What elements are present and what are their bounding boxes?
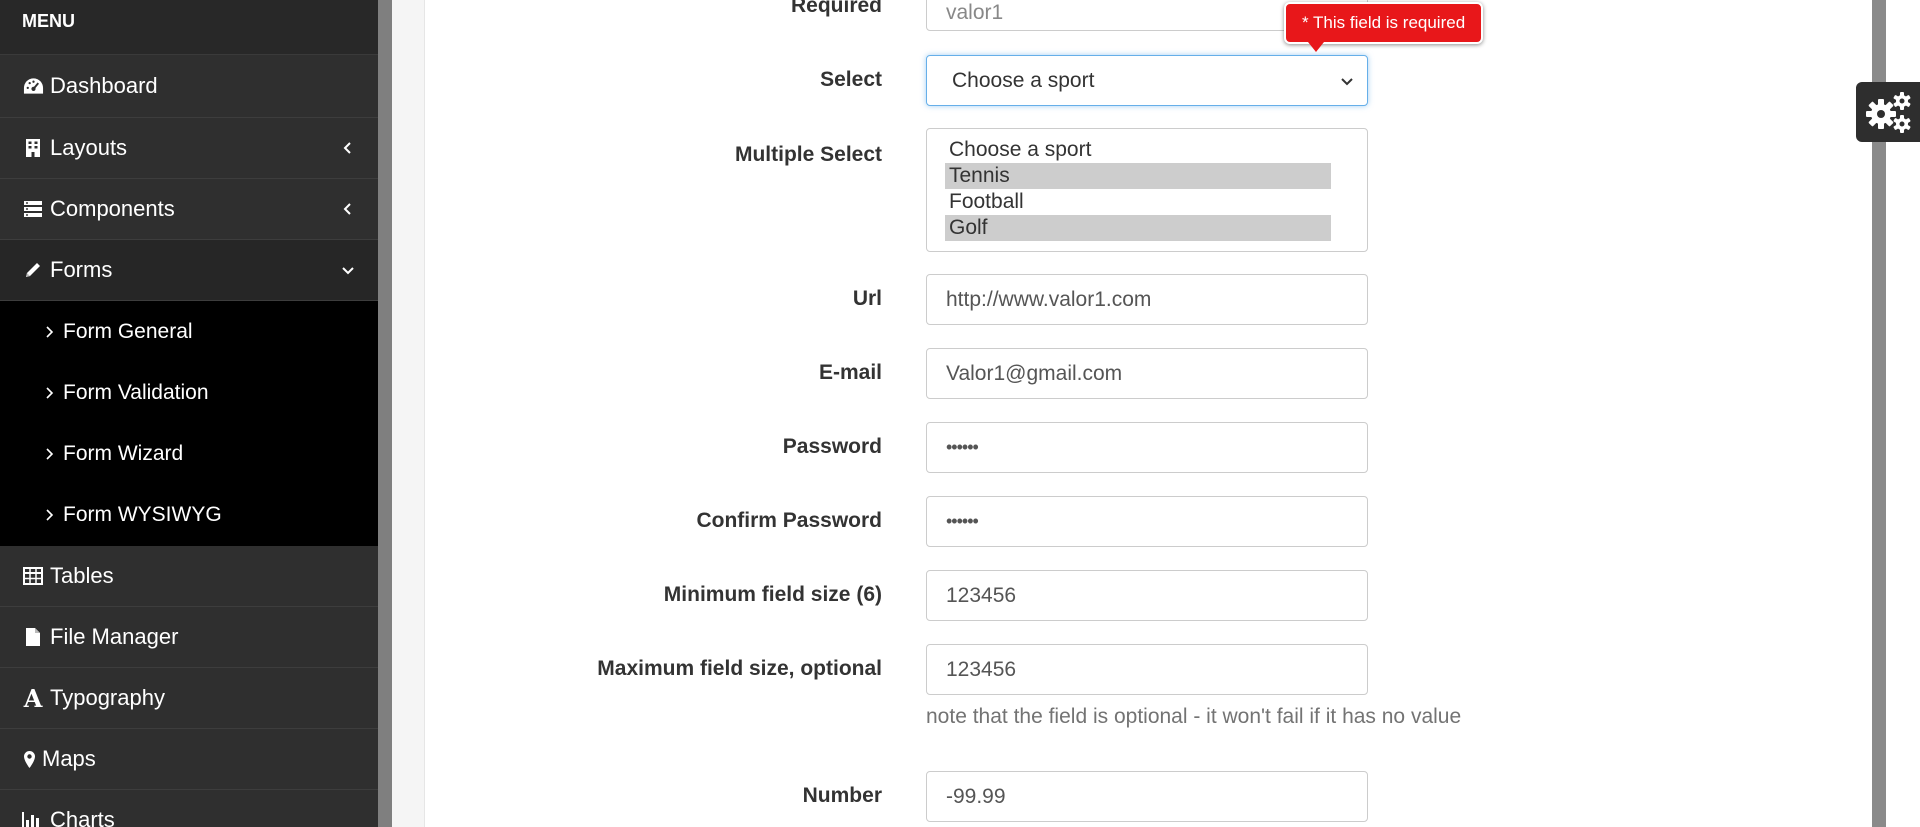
submenu-item-form-general[interactable]: Form General [0, 301, 378, 362]
nav-item-typography[interactable]: A Typography [0, 668, 378, 729]
multi-option[interactable]: Choose a sport [945, 137, 1331, 163]
multi-option-selected[interactable]: Tennis [945, 163, 1331, 189]
table-icon [22, 565, 44, 587]
label-min-size: Minimum field size (6) [663, 583, 882, 606]
building-icon [22, 137, 44, 159]
menu-title: MENU [0, 0, 378, 55]
nav-label-layouts: Layouts [50, 135, 128, 160]
password-input-value: •••••• [946, 437, 979, 457]
chevron-left-icon [343, 142, 351, 154]
max-size-input[interactable]: 123456 [926, 644, 1368, 695]
validation-tooltip: * This field is required [1284, 2, 1484, 52]
validation-tooltip-text: * This field is required [1302, 13, 1466, 32]
nav-item-tables[interactable]: Tables [0, 546, 378, 607]
label-confirm-password: Confirm Password [696, 509, 882, 532]
nav-item-charts[interactable]: Charts [0, 790, 378, 827]
submenu-label: Form General [63, 319, 193, 343]
nav-item-maps[interactable]: Maps [0, 729, 378, 790]
multiple-sport-select[interactable]: Choose a sport Tennis Football Golf [926, 128, 1368, 252]
file-icon [22, 626, 44, 648]
nav-item-forms[interactable]: Forms [0, 240, 378, 301]
list-icon [22, 198, 44, 220]
nav-label-maps: Maps [42, 746, 96, 771]
url-input-value: http://www.valor1.com [946, 287, 1152, 311]
label-email: E-mail [818, 361, 882, 384]
sport-select[interactable]: Choose a sport [926, 55, 1368, 106]
form-panel [424, 0, 1874, 827]
label-number: Number [802, 784, 882, 807]
settings-toggle[interactable] [1856, 82, 1920, 142]
confirm-password-input-value: •••••• [946, 511, 979, 531]
nav-label-dashboard: Dashboard [50, 73, 158, 98]
submenu-item-form-wysiwyg[interactable]: Form WYSIWYG [0, 484, 378, 546]
submenu-item-form-validation[interactable]: Form Validation [0, 362, 378, 423]
gutter-divider [378, 0, 392, 827]
email-input-value: Valor1@gmail.com [946, 361, 1123, 385]
max-size-help-text: note that the field is optional - it won… [926, 705, 1462, 728]
nav-label-forms: Forms [50, 257, 113, 282]
dashboard-icon [22, 75, 44, 97]
chevron-right-icon [46, 386, 54, 399]
nav-label-file-manager: File Manager [50, 624, 179, 649]
max-size-input-value: 123456 [946, 657, 1017, 681]
sport-select-value: Choose a sport [952, 68, 1095, 92]
password-input[interactable]: •••••• [926, 422, 1368, 473]
chevron-down-icon [342, 267, 354, 275]
label-password: Password [782, 435, 882, 458]
forms-submenu: Form General Form Validation Form Wizard… [0, 301, 378, 546]
nav-label-tables: Tables [50, 563, 114, 588]
nav-label-charts: Charts [50, 807, 115, 827]
chevron-down-icon [1341, 77, 1353, 85]
chevron-right-icon [46, 509, 54, 521]
bar-chart-icon [22, 809, 44, 827]
required-input-value: valor1 [946, 0, 1004, 24]
nav-label-components: Components [50, 196, 175, 221]
pencil-icon [22, 259, 44, 281]
email-input[interactable]: Valor1@gmail.com [926, 348, 1368, 399]
tooltip-arrow [1308, 42, 1324, 52]
label-multiple-select: Multiple Select [734, 143, 882, 166]
font-icon: A [23, 683, 43, 713]
submenu-label: Form Wizard [63, 441, 184, 465]
gears-icon [1866, 92, 1911, 133]
multi-option-selected[interactable]: Golf [945, 215, 1331, 241]
url-input[interactable]: http://www.valor1.com [926, 274, 1368, 325]
chevron-left-icon [343, 203, 351, 215]
chevron-right-icon [46, 447, 54, 460]
label-select: Select [820, 68, 882, 91]
multi-option[interactable]: Football [945, 189, 1331, 215]
confirm-password-input[interactable]: •••••• [926, 496, 1368, 547]
map-marker-icon [22, 748, 36, 770]
nav-item-layouts[interactable]: Layouts [0, 118, 378, 179]
label-url: Url [852, 287, 882, 310]
nav-item-dashboard[interactable]: Dashboard [0, 55, 378, 118]
sidebar: MENU Dashboard Layouts Components Forms … [0, 0, 378, 827]
chevron-right-icon [46, 325, 54, 338]
min-size-input[interactable]: 123456 [926, 570, 1368, 621]
submenu-label: Form Validation [63, 380, 209, 404]
label-max-size: Maximum field size, optional [597, 657, 882, 680]
nav-label-typography: Typography [50, 685, 165, 710]
nav-item-components[interactable]: Components [0, 179, 378, 240]
number-input[interactable]: -99.99 [926, 771, 1368, 822]
label-required: Required [790, 0, 882, 17]
nav-item-file-manager[interactable]: File Manager [0, 607, 378, 668]
submenu-item-form-wizard[interactable]: Form Wizard [0, 423, 378, 484]
submenu-label: Form WYSIWYG [63, 503, 222, 526]
number-input-value: -99.99 [946, 784, 1006, 808]
min-size-input-value: 123456 [946, 583, 1017, 607]
